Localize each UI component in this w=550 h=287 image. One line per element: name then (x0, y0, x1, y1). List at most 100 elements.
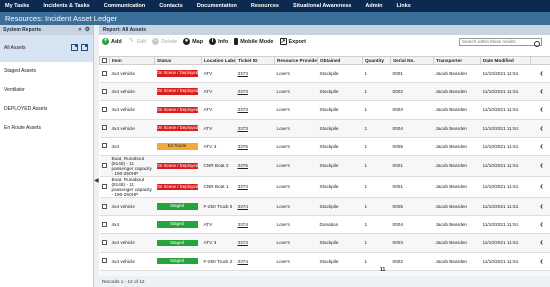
column-header[interactable]: Item (109, 56, 155, 65)
ticket-cell[interactable]: 3373 (235, 233, 275, 253)
map-button[interactable]: ● Map (183, 38, 203, 45)
mobile-mode-button[interactable]: Mobile Mode (234, 38, 274, 45)
column-header[interactable]: Date Modified (480, 56, 531, 65)
row-checkbox[interactable] (101, 162, 107, 168)
nav-item[interactable]: My Tasks (5, 3, 29, 9)
table-row[interactable]: 4x4 vehicle Staged F-250 Truck 2 3374 Love's… (99, 252, 550, 271)
table-row[interactable]: 4x4 vehicleOn Scene / DeployedATV3373Lov… (99, 119, 550, 138)
sidebar-item[interactable]: All Assets (0, 35, 93, 62)
ticket-cell[interactable]: 3374 (235, 215, 275, 235)
row-checkbox[interactable] (101, 70, 107, 76)
checkbox-cell[interactable] (99, 137, 110, 156)
ticket-cell[interactable]: 3373 (235, 100, 275, 120)
ticket-cell[interactable]: 3373 (235, 119, 275, 138)
column-header[interactable]: Transporter (433, 56, 481, 65)
ticket-cell[interactable]: 3373 (235, 82, 275, 102)
checkbox-cell[interactable] (99, 176, 110, 198)
chevron-left-icon[interactable]: ‹ (530, 119, 550, 138)
chevron-left-icon[interactable]: ‹ (530, 176, 550, 198)
nav-item[interactable]: Contacts (159, 3, 183, 9)
qty-cell: 1 (362, 233, 391, 253)
collapse-icon[interactable]: « (78, 26, 81, 34)
chevron-left-icon[interactable]: ‹ (530, 82, 550, 102)
item-cell: 4x4 vehicle (109, 100, 155, 120)
table-row[interactable]: 4x4 vehicleOn Scene / DeployedATV3373Lov… (99, 100, 550, 120)
edit-button[interactable]: ✎ Edit (128, 38, 147, 45)
chevron-left-icon[interactable]: ◀ (94, 177, 99, 184)
column-header[interactable] (530, 56, 550, 65)
checkbox-cell[interactable] (99, 252, 110, 271)
row-checkbox[interactable] (101, 239, 107, 245)
open-in-tab-icon[interactable] (81, 44, 88, 51)
row-checkbox[interactable] (101, 125, 107, 131)
column-header[interactable]: Location Label (201, 56, 236, 65)
column-header[interactable] (99, 56, 110, 65)
column-header[interactable]: Serial No. (390, 56, 434, 65)
row-checkbox[interactable] (101, 221, 107, 227)
ticket-cell[interactable]: 3374 (235, 252, 275, 271)
nav-item[interactable]: Resources (251, 3, 279, 9)
nav-item[interactable]: Situational Awareness (293, 3, 351, 9)
checkbox-cell[interactable] (99, 119, 110, 138)
row-checkbox[interactable] (101, 203, 107, 209)
ticket-cell[interactable]: 3376 (235, 137, 275, 156)
row-checkbox[interactable] (101, 88, 107, 94)
search-icon[interactable] (534, 41, 540, 47)
nav-item[interactable]: Admin (365, 3, 382, 9)
column-header[interactable]: Ticket ID (235, 56, 275, 65)
nav-item[interactable]: Documentation (197, 3, 237, 9)
ticket-cell[interactable]: 3374 (235, 197, 275, 217)
table-row[interactable]: Boat, Runabout (8148) - 11 passenger cap… (99, 155, 550, 177)
row-checkbox[interactable] (101, 106, 107, 112)
chevron-left-icon[interactable]: ‹ (530, 64, 550, 84)
table-row[interactable]: 4x4 En Route ATV 4 3376 Love's Stockpile 1 0005… (99, 137, 550, 156)
info-button[interactable]: i Info (209, 38, 228, 45)
chevron-left-icon[interactable]: ‹ (530, 100, 550, 120)
table-row[interactable]: 4x4 vehicleOn Scene / DeployedATV3373Lov… (99, 82, 550, 102)
sidebar-item[interactable]: Staged Assets (0, 62, 93, 81)
search-input[interactable]: Search within these results (459, 38, 542, 47)
checkbox-cell[interactable] (99, 215, 110, 235)
table-row[interactable]: Boat, Runabout (8148) - 11 passenger cap… (99, 176, 550, 198)
ticket-cell[interactable]: 3373 (235, 64, 275, 84)
sidebar-item[interactable]: Ventilator (0, 81, 93, 100)
ticket-cell[interactable]: 3373 (235, 176, 275, 198)
nav-item[interactable]: Communication (104, 3, 146, 9)
row-checkbox[interactable] (101, 183, 107, 189)
delete-button[interactable]: − Delete (152, 38, 177, 45)
chevron-left-icon[interactable]: ‹ (530, 215, 550, 235)
sidebar-item[interactable]: DEPLOYED Assets (0, 100, 93, 119)
chevron-left-icon[interactable]: ‹ (530, 155, 550, 177)
column-header[interactable]: Resource Provider (274, 56, 318, 65)
chevron-left-icon[interactable]: ‹ (530, 197, 550, 217)
column-header[interactable]: Quantity (362, 56, 391, 65)
chevron-left-icon[interactable]: ‹ (530, 233, 550, 253)
chevron-left-icon[interactable]: ‹ (530, 252, 550, 271)
select-all-checkbox[interactable] (102, 57, 107, 63)
checkbox-cell[interactable] (99, 82, 110, 102)
checkbox-cell[interactable] (99, 64, 110, 84)
table-row[interactable]: 4x4 vehicle Staged F-250 Truck 5 3374 Love's… (99, 197, 550, 217)
sidebar-item[interactable]: En Route Assets (0, 119, 93, 138)
nav-item[interactable]: Links (397, 3, 411, 9)
checkbox-cell[interactable] (99, 100, 110, 120)
ticket-cell[interactable]: 3376 (235, 155, 275, 177)
obtained-cell: Stockpile (317, 64, 363, 84)
checkbox-cell[interactable] (99, 155, 110, 177)
add-button[interactable]: + Add (102, 38, 122, 45)
sidebar-header: System Reports « ⚙ (0, 25, 93, 35)
open-new-window-icon[interactable] (71, 44, 78, 51)
table-row[interactable]: 4x4 vehicleOn Scene / DeployedATV3373Lov… (99, 64, 550, 84)
checkbox-cell[interactable] (99, 197, 110, 217)
nav-item[interactable]: Incidents & Tasks (43, 3, 89, 9)
column-header[interactable]: Obtained (317, 56, 363, 65)
checkbox-cell[interactable] (99, 233, 110, 253)
table-row[interactable]: 4x4 Staged ATV 3374 Love's Donation 1 0004 Jacob… (99, 215, 550, 235)
row-checkbox[interactable] (101, 143, 107, 149)
table-row[interactable]: 4x4 vehicle Staged ATV 3 3373 Love's Stockpil… (99, 233, 550, 253)
row-checkbox[interactable] (101, 258, 107, 264)
column-header[interactable]: Status (154, 56, 202, 65)
gear-icon[interactable]: ⚙ (85, 26, 90, 34)
export-button[interactable]: ↗ Export (279, 38, 306, 45)
chevron-left-icon[interactable]: ‹ (530, 137, 550, 156)
